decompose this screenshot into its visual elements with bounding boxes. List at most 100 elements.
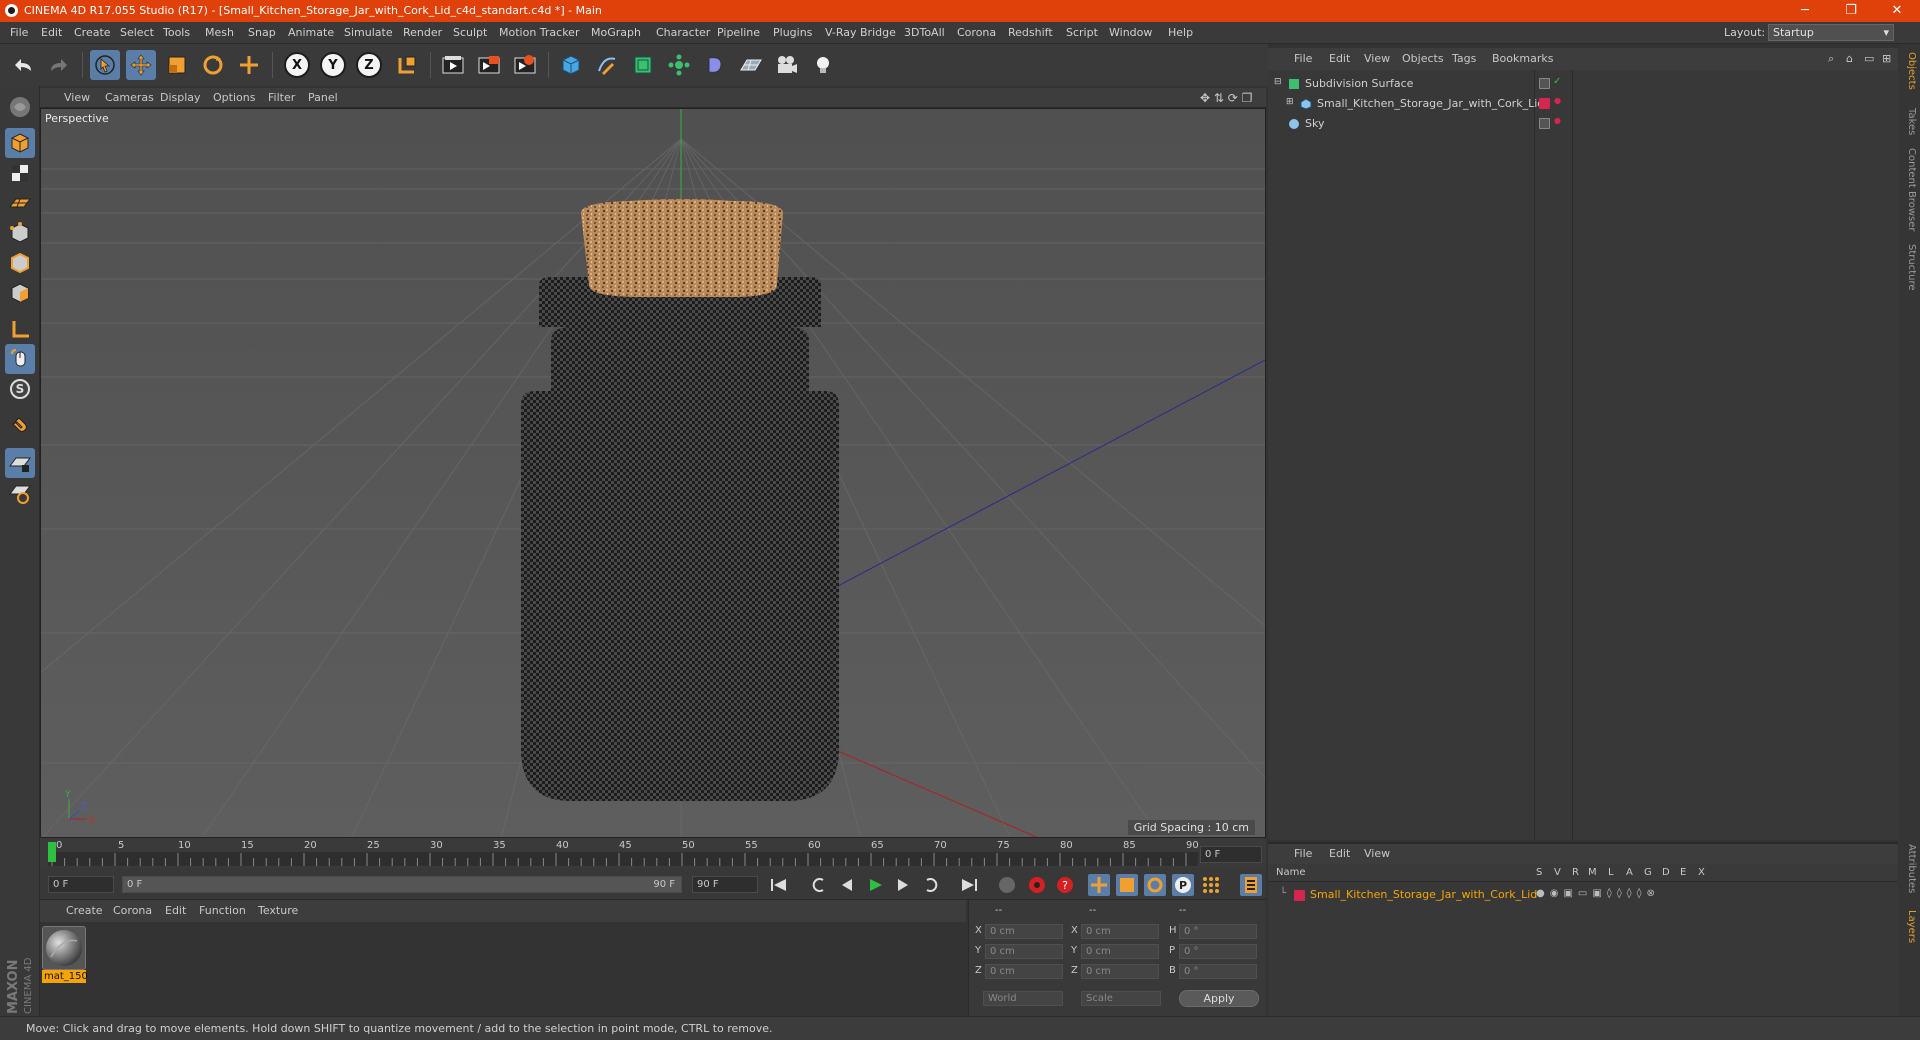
axis-mode-icon[interactable] [5, 314, 35, 344]
workplane-mode-icon[interactable] [5, 188, 35, 218]
menu-script[interactable]: Script [1066, 26, 1098, 39]
tab-takes[interactable]: Takes [1901, 108, 1917, 135]
menu-simulate[interactable]: Simulate [344, 26, 393, 39]
menu-corona[interactable]: Corona [957, 26, 996, 39]
light-icon[interactable] [808, 50, 838, 80]
menu-vray-bridge[interactable]: V-Ray Bridge [825, 26, 896, 39]
om-window-icon[interactable]: ▭ [1864, 52, 1874, 65]
menu-help[interactable]: Help [1168, 26, 1193, 39]
restore-button[interactable]: ❐ [1828, 0, 1874, 22]
viewport-navigate-icons[interactable]: ✥ ⇅ ⟳ ❐ [1200, 91, 1252, 105]
pos-z-field[interactable]: 0 cm [985, 964, 1063, 979]
size-y-field[interactable]: 0 cm [1081, 944, 1159, 959]
col-render[interactable]: R [1572, 867, 1579, 878]
key-rotation-icon[interactable] [1144, 874, 1166, 896]
tab-objects[interactable]: Objects [1901, 52, 1917, 90]
visibility-dots-icon[interactable]: ● [1554, 116, 1561, 125]
tab-content-browser[interactable]: Content Browser [1901, 148, 1917, 231]
polygons-mode-icon[interactable] [5, 278, 35, 308]
snap-magnet-icon[interactable] [5, 412, 35, 442]
om-menu-edit[interactable]: Edit [1329, 52, 1350, 65]
col-deformers[interactable]: D [1662, 867, 1670, 878]
rot-h-field[interactable]: 0 ° [1179, 924, 1257, 939]
start-frame-field[interactable]: 0 F [48, 876, 114, 893]
object-row[interactable]: ⊟ Subdivision Surface ✓ [1268, 74, 1900, 94]
menu-tools[interactable]: Tools [163, 26, 190, 39]
collapse-icon[interactable]: ⊟ [1274, 77, 1282, 87]
layer-color-swatch[interactable] [1294, 890, 1305, 901]
menu-mograph[interactable]: MoGraph [591, 26, 641, 39]
redo-icon[interactable] [44, 50, 74, 80]
close-button[interactable]: ✕ [1874, 0, 1920, 22]
menu-motion-tracker[interactable]: Motion Tracker [499, 26, 579, 39]
keyframe-selection-icon[interactable] [996, 874, 1018, 896]
om-home-icon[interactable]: ⌂ [1846, 52, 1853, 65]
previous-key-icon[interactable] [808, 874, 830, 896]
vp-menu-options[interactable]: Options [213, 91, 255, 104]
menu-redshift[interactable]: Redshift [1008, 26, 1053, 39]
texture-mode-icon[interactable] [5, 158, 35, 188]
frame-range-slider[interactable]: 0 F 90 F [122, 876, 682, 893]
mat-menu-edit[interactable]: Edit [165, 904, 186, 917]
vp-menu-panel[interactable]: Panel [308, 91, 338, 104]
menu-snap[interactable]: Snap [248, 26, 276, 39]
scale-icon[interactable] [162, 50, 192, 80]
material-thumbnail[interactable] [42, 926, 86, 970]
menu-file[interactable]: File [10, 26, 28, 39]
pen-spline-icon[interactable] [592, 50, 622, 80]
minimize-button[interactable]: ─ [1782, 0, 1828, 22]
col-solo[interactable]: S [1536, 867, 1542, 878]
tweak-mode-icon[interactable] [5, 344, 35, 374]
menu-animate[interactable]: Animate [288, 26, 334, 39]
material-name[interactable]: mat_150 [42, 970, 88, 983]
key-point-level-icon[interactable] [1200, 874, 1222, 896]
lm-menu-view[interactable]: View [1364, 847, 1390, 860]
layer-row[interactable]: └ Small_Kitchen_Storage_Jar_with_Cork_Li… [1268, 886, 1900, 904]
make-editable-icon[interactable] [5, 92, 35, 122]
edit-render-settings-icon[interactable] [510, 50, 540, 80]
vp-menu-display[interactable]: Display [160, 91, 201, 104]
next-frame-icon[interactable] [892, 874, 914, 896]
mat-menu-create[interactable]: Create [66, 904, 103, 917]
y-axis-icon[interactable]: Y [318, 50, 348, 80]
timeline-window-icon[interactable] [1240, 874, 1262, 896]
tab-layers[interactable]: Layers [1901, 910, 1917, 943]
live-transform-icon[interactable] [234, 50, 264, 80]
size-mode-select[interactable]: Scale [1081, 991, 1161, 1006]
x-axis-icon[interactable]: X [282, 50, 312, 80]
array-icon[interactable] [664, 50, 694, 80]
layer-tag-icon[interactable] [1539, 118, 1550, 129]
current-frame-field[interactable]: 0 F [1200, 846, 1262, 863]
mat-menu-function[interactable]: Function [199, 904, 246, 917]
vp-menu-cameras[interactable]: Cameras [105, 91, 154, 104]
end-frame-field[interactable]: 90 F [692, 876, 758, 893]
col-animation[interactable]: A [1626, 867, 1633, 878]
render-view-icon[interactable] [438, 50, 468, 80]
camera-icon[interactable] [772, 50, 802, 80]
floor-icon[interactable] [736, 50, 766, 80]
layer-color-icon[interactable] [1539, 98, 1550, 109]
coordinate-mode-select[interactable]: World [983, 991, 1063, 1006]
render-picture-viewer-icon[interactable] [474, 50, 504, 80]
menu-mesh[interactable]: Mesh [205, 26, 234, 39]
key-parameter-icon[interactable]: P [1172, 874, 1194, 896]
menu-render[interactable]: Render [403, 26, 442, 39]
menu-sculpt[interactable]: Sculpt [453, 26, 487, 39]
mat-menu-texture[interactable]: Texture [258, 904, 298, 917]
workplane-lock-icon[interactable] [5, 448, 35, 478]
edges-mode-icon[interactable] [5, 248, 35, 278]
autokey-icon[interactable]: ? [1054, 874, 1076, 896]
world-coords-icon[interactable] [392, 50, 422, 80]
om-search-icon[interactable]: ⌕ [1828, 52, 1834, 66]
menu-character[interactable]: Character [656, 26, 710, 39]
size-z-field[interactable]: 0 cm [1081, 964, 1159, 979]
menu-3dtoall[interactable]: 3DToAll [904, 26, 945, 39]
perspective-viewport[interactable]: Y X Z Perspective Grid Spacing : 10 cm [40, 108, 1266, 838]
visibility-dots-icon[interactable]: ● [1554, 96, 1561, 105]
menu-create[interactable]: Create [74, 26, 111, 39]
move-icon[interactable] [126, 50, 156, 80]
col-expressions[interactable]: E [1680, 867, 1686, 878]
select-arrow-icon[interactable] [90, 50, 120, 80]
om-menu-objects[interactable]: Objects [1402, 52, 1444, 65]
deformer-icon[interactable] [700, 50, 730, 80]
